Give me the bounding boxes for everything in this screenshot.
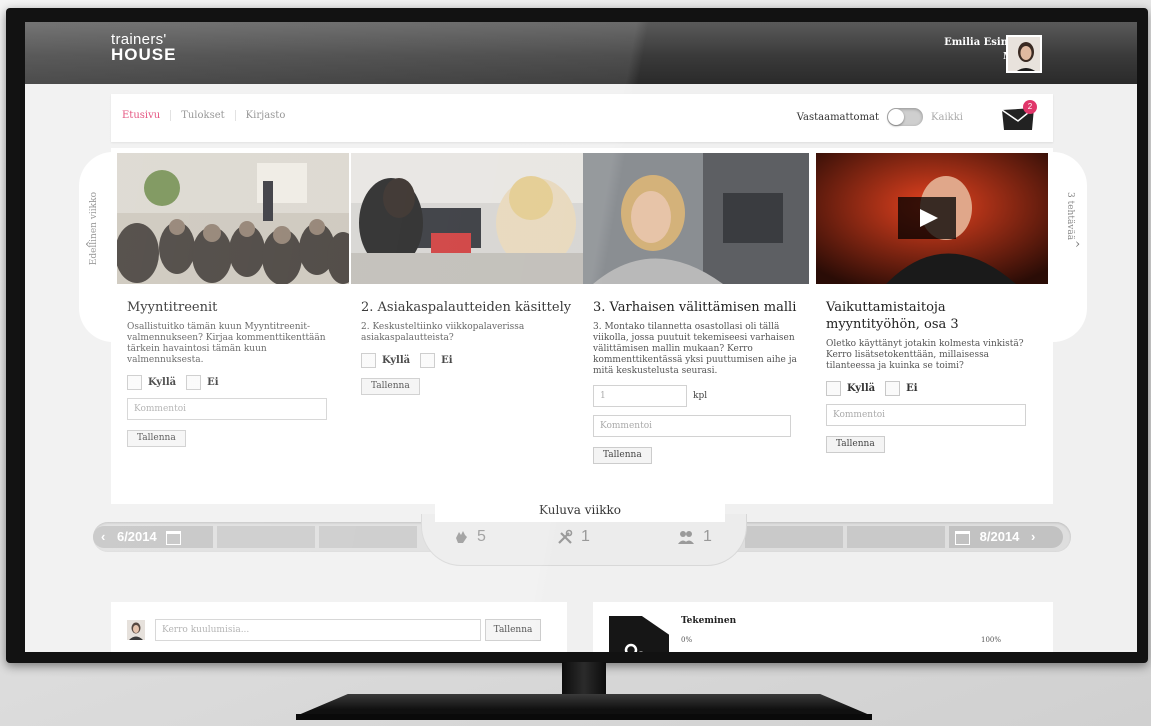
chevron-right-icon: ›	[1075, 237, 1081, 252]
nav-kirjasto[interactable]: Kirjasto	[236, 110, 296, 121]
quantity-unit: kpl	[693, 391, 708, 401]
hand-icon	[456, 531, 467, 543]
no-label: Ei	[906, 383, 918, 394]
stat-people[interactable]: 1	[677, 522, 712, 552]
prev-week-number: 6/2014	[116, 529, 157, 544]
card-image-office	[351, 153, 583, 284]
comment-input[interactable]: Kommentoi	[593, 415, 791, 437]
task-card: 2. Asiakaspalautteiden käsittely 2. Kesk…	[351, 153, 583, 395]
previous-week-label: Edellinen viikko	[89, 192, 99, 266]
progress-card: Tekeminen 0% 100%	[593, 602, 1053, 652]
week-seg	[217, 526, 315, 548]
comment-input[interactable]: Kommentoi	[127, 398, 327, 420]
save-button[interactable]: Tallenna	[593, 447, 652, 464]
no-checkbox[interactable]	[420, 353, 436, 368]
card-description: Oletko käyttänyt jotakin kolmesta vinkis…	[826, 339, 1024, 371]
no-checkbox[interactable]	[186, 375, 202, 390]
avatar	[127, 620, 145, 640]
card-title: 3. Varhaisen välittämisen malli	[593, 300, 797, 315]
next-tasks-tab[interactable]: 3 tehtävää ›	[1053, 152, 1087, 342]
screen: trainers' HOUSE Emilia Esimies▼ Myyssi E…	[25, 22, 1137, 652]
avatar[interactable]	[1006, 35, 1042, 73]
week-seg	[745, 526, 843, 548]
yes-label: Kyllä	[382, 355, 411, 366]
week-seg	[319, 526, 417, 548]
toggle-knob	[888, 109, 905, 125]
previous-week-tab[interactable]: ‹ Edellinen viikko	[79, 152, 113, 342]
nav-tulokset[interactable]: Tulokset	[171, 110, 236, 121]
task-card: Vaikuttamistaitoja myyntityöhön, osa 3 O…	[816, 153, 1048, 453]
people-icon	[678, 531, 694, 544]
play-icon	[920, 209, 938, 227]
card-image-seminar	[117, 153, 349, 284]
chevron-right-icon: ›	[1031, 529, 1036, 544]
yes-no-row: Kyllä Ei	[127, 375, 339, 390]
quantity-row: 1 kpl	[593, 385, 805, 407]
mail-button[interactable]: 2	[1001, 100, 1037, 132]
save-button[interactable]: Tallenna	[127, 430, 186, 447]
no-label: Ei	[441, 355, 453, 366]
logo[interactable]: trainers' HOUSE	[111, 32, 177, 64]
yes-checkbox[interactable]	[361, 353, 376, 368]
comment-input[interactable]: Kommentoi	[826, 404, 1026, 426]
gear-icon	[609, 614, 671, 652]
toggle-label-unanswered[interactable]: Vastaamattomat	[797, 112, 879, 123]
calendar-icon	[166, 530, 182, 545]
calendar-icon	[955, 530, 970, 545]
stat-value: 5	[477, 528, 486, 545]
stat-value: 1	[581, 528, 590, 545]
progress-max-label: 100%	[981, 636, 1002, 644]
progress-title: Tekeminen	[681, 616, 737, 626]
nav-bar: Etusivu Tulokset Kirjasto Vastaamattomat…	[111, 94, 1053, 142]
logo-line2: HOUSE	[111, 45, 177, 64]
status-input[interactable]: Kerro kuulumisia...	[155, 619, 481, 641]
progress-min-label: 0%	[681, 636, 693, 644]
next-week-button[interactable]: 8/2014 ›	[949, 522, 1035, 552]
task-card: 3. Varhaisen välittämisen malli 3. Monta…	[583, 153, 815, 464]
prev-week-button[interactable]: ‹ 6/2014	[101, 522, 187, 552]
play-button[interactable]	[898, 197, 956, 239]
save-button[interactable]: Tallenna	[361, 378, 420, 395]
yes-checkbox[interactable]	[127, 375, 142, 390]
yes-checkbox[interactable]	[826, 381, 841, 396]
yes-no-row: Kyllä Ei	[361, 353, 573, 368]
yes-no-row: Kyllä Ei	[826, 381, 1038, 396]
week-seg	[847, 526, 945, 548]
stat-value: 1	[703, 528, 712, 545]
card-title: Myyntitreenit	[127, 300, 218, 315]
top-bar: trainers' HOUSE Emilia Esimies▼ Myyssi	[25, 22, 1137, 84]
yes-label: Kyllä	[847, 383, 876, 394]
card-description: 3. Montako tilannetta osastollasi oli tä…	[593, 322, 797, 376]
no-label: Ei	[207, 377, 219, 388]
mail-badge: 2	[1023, 100, 1037, 114]
monitor-stand-neck	[562, 662, 606, 694]
card-title: Vaikuttamistaitoja myyntityöhön, osa 3	[826, 300, 959, 332]
nav-links: Etusivu Tulokset Kirjasto	[122, 110, 295, 121]
status-card: Kerro kuulumisia... Tallenna	[111, 602, 567, 652]
card-image-woman	[583, 153, 815, 284]
card-image-video[interactable]	[816, 153, 1048, 284]
toggle-switch[interactable]	[887, 108, 924, 126]
no-checkbox[interactable]	[885, 381, 901, 396]
monitor-stand-base	[296, 694, 872, 716]
yes-label: Kyllä	[148, 377, 177, 388]
task-card: Myyntitreenit Osallistuitko tämän kuun M…	[117, 153, 349, 447]
status-save-button[interactable]: Tallenna	[485, 619, 541, 641]
toggle-label-all[interactable]: Kaikki	[931, 112, 963, 123]
quantity-input[interactable]: 1	[593, 385, 687, 407]
current-week-label: Kuluva viikko	[435, 500, 725, 522]
next-week-number: 8/2014	[979, 529, 1020, 544]
save-button[interactable]: Tallenna	[826, 436, 885, 453]
filter-toggle: Vastaamattomat Kaikki	[797, 108, 963, 126]
card-description: 2. Keskusteltiinko viikkopalaverissa asi…	[361, 322, 525, 343]
stat-hand[interactable]: 5	[453, 522, 486, 552]
tools-icon	[558, 529, 573, 544]
monitor-stand-foot	[296, 714, 872, 720]
chevron-left-icon: ‹	[101, 529, 106, 544]
card-title: 2. Asiakaspalautteiden käsittely	[361, 300, 572, 315]
card-description: Osallistuitko tämän kuun Myyntitreenit-v…	[127, 322, 326, 365]
next-tasks-label: 3 tehtävää	[1065, 192, 1075, 241]
nav-etusivu[interactable]: Etusivu	[122, 110, 172, 121]
stat-tools[interactable]: 1	[557, 522, 590, 552]
